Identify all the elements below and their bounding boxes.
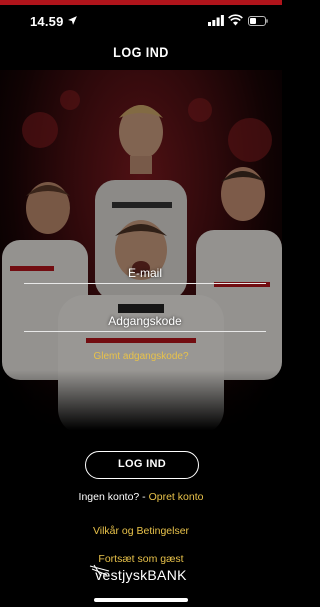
email-field[interactable]: E-mail <box>24 266 266 286</box>
login-button[interactable]: LOG IND <box>85 451 199 479</box>
email-underline <box>24 283 266 284</box>
team-players-hero-image <box>0 70 282 430</box>
create-account-link[interactable]: Opret konto <box>149 491 204 503</box>
location-arrow-icon <box>68 16 77 25</box>
top-accent-bar <box>0 0 282 5</box>
home-indicator[interactable] <box>94 598 188 602</box>
status-time: 14.59 <box>30 14 64 29</box>
wifi-icon <box>228 14 243 26</box>
terms-link[interactable]: Vilkår og Betingelser <box>0 525 282 537</box>
page-title: LOG IND <box>113 44 169 60</box>
battery-icon <box>248 16 268 26</box>
no-account-text: Ingen konto? - <box>78 491 146 503</box>
email-label: E-mail <box>127 266 162 280</box>
password-label: Adgangskode <box>108 314 182 328</box>
brand-logo-text: vestjyskBANK <box>95 567 187 583</box>
password-field[interactable]: Adgangskode <box>24 314 266 334</box>
players-illustration <box>0 70 282 430</box>
forgot-password-link[interactable]: Glemt adgangskode? <box>0 351 282 362</box>
signal-icon <box>208 15 224 26</box>
status-bar: 14.59 <box>0 6 282 32</box>
continue-as-guest-link[interactable]: Fortsæt som gæst <box>0 553 282 565</box>
password-underline <box>24 331 266 332</box>
no-account-row: Ingen konto? - Opret konto <box>0 491 282 503</box>
